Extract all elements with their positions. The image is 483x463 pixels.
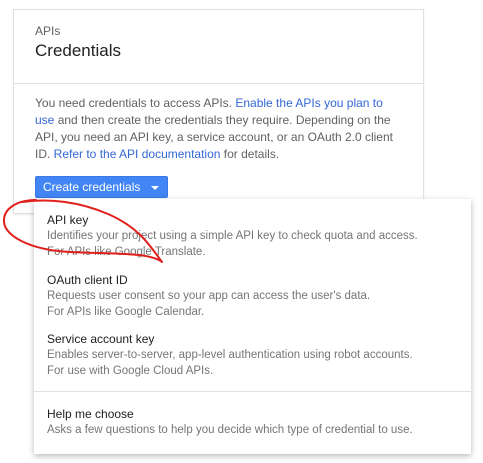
credentials-description: You need credentials to access APIs. Ena…: [35, 95, 405, 163]
create-credentials-label: Create credentials: [43, 180, 141, 194]
credentials-card: APIs Credentials You need credentials to…: [13, 9, 424, 214]
menu-item-description: Asks a few questions to help you decide …: [47, 424, 413, 436]
chevron-down-icon: [151, 186, 159, 190]
menu-item-api-key[interactable]: API key Identifies your project using a …: [34, 212, 471, 260]
menu-divider: [34, 391, 471, 392]
menu-item-title: Service account key: [47, 332, 155, 346]
menu-item-help-me-choose[interactable]: Help me choose Asks a few questions to h…: [34, 406, 471, 438]
menu-item-description: Enables server-to-server, app-level auth…: [47, 349, 413, 361]
page-title: Credentials: [35, 41, 121, 60]
api-documentation-link[interactable]: Refer to the API documentation: [54, 147, 221, 161]
menu-item-title: OAuth client ID: [47, 273, 128, 287]
menu-item-description: Requests user consent so your app can ac…: [47, 290, 371, 302]
create-credentials-menu: API key Identifies your project using a …: [34, 199, 471, 454]
menu-item-description: For use with Google Cloud APIs.: [47, 365, 214, 377]
card-header: APIs Credentials: [14, 10, 423, 84]
menu-item-description: Identifies your project using a simple A…: [47, 230, 418, 242]
menu-item-title: Help me choose: [47, 407, 134, 421]
breadcrumb-apis: APIs: [35, 24, 61, 38]
menu-item-description: For APIs like Google Translate.: [47, 246, 206, 258]
menu-item-title: API key: [47, 213, 89, 227]
menu-item-service-account-key[interactable]: Service account key Enables server-to-se…: [34, 331, 471, 379]
description-text-1: You need credentials to access APIs.: [35, 96, 236, 110]
create-credentials-button[interactable]: Create credentials: [35, 176, 168, 198]
description-text-3: for details.: [220, 147, 280, 161]
menu-item-description: For APIs like Google Calendar.: [47, 306, 205, 318]
menu-item-oauth-client-id[interactable]: OAuth client ID Requests user consent so…: [34, 272, 471, 320]
